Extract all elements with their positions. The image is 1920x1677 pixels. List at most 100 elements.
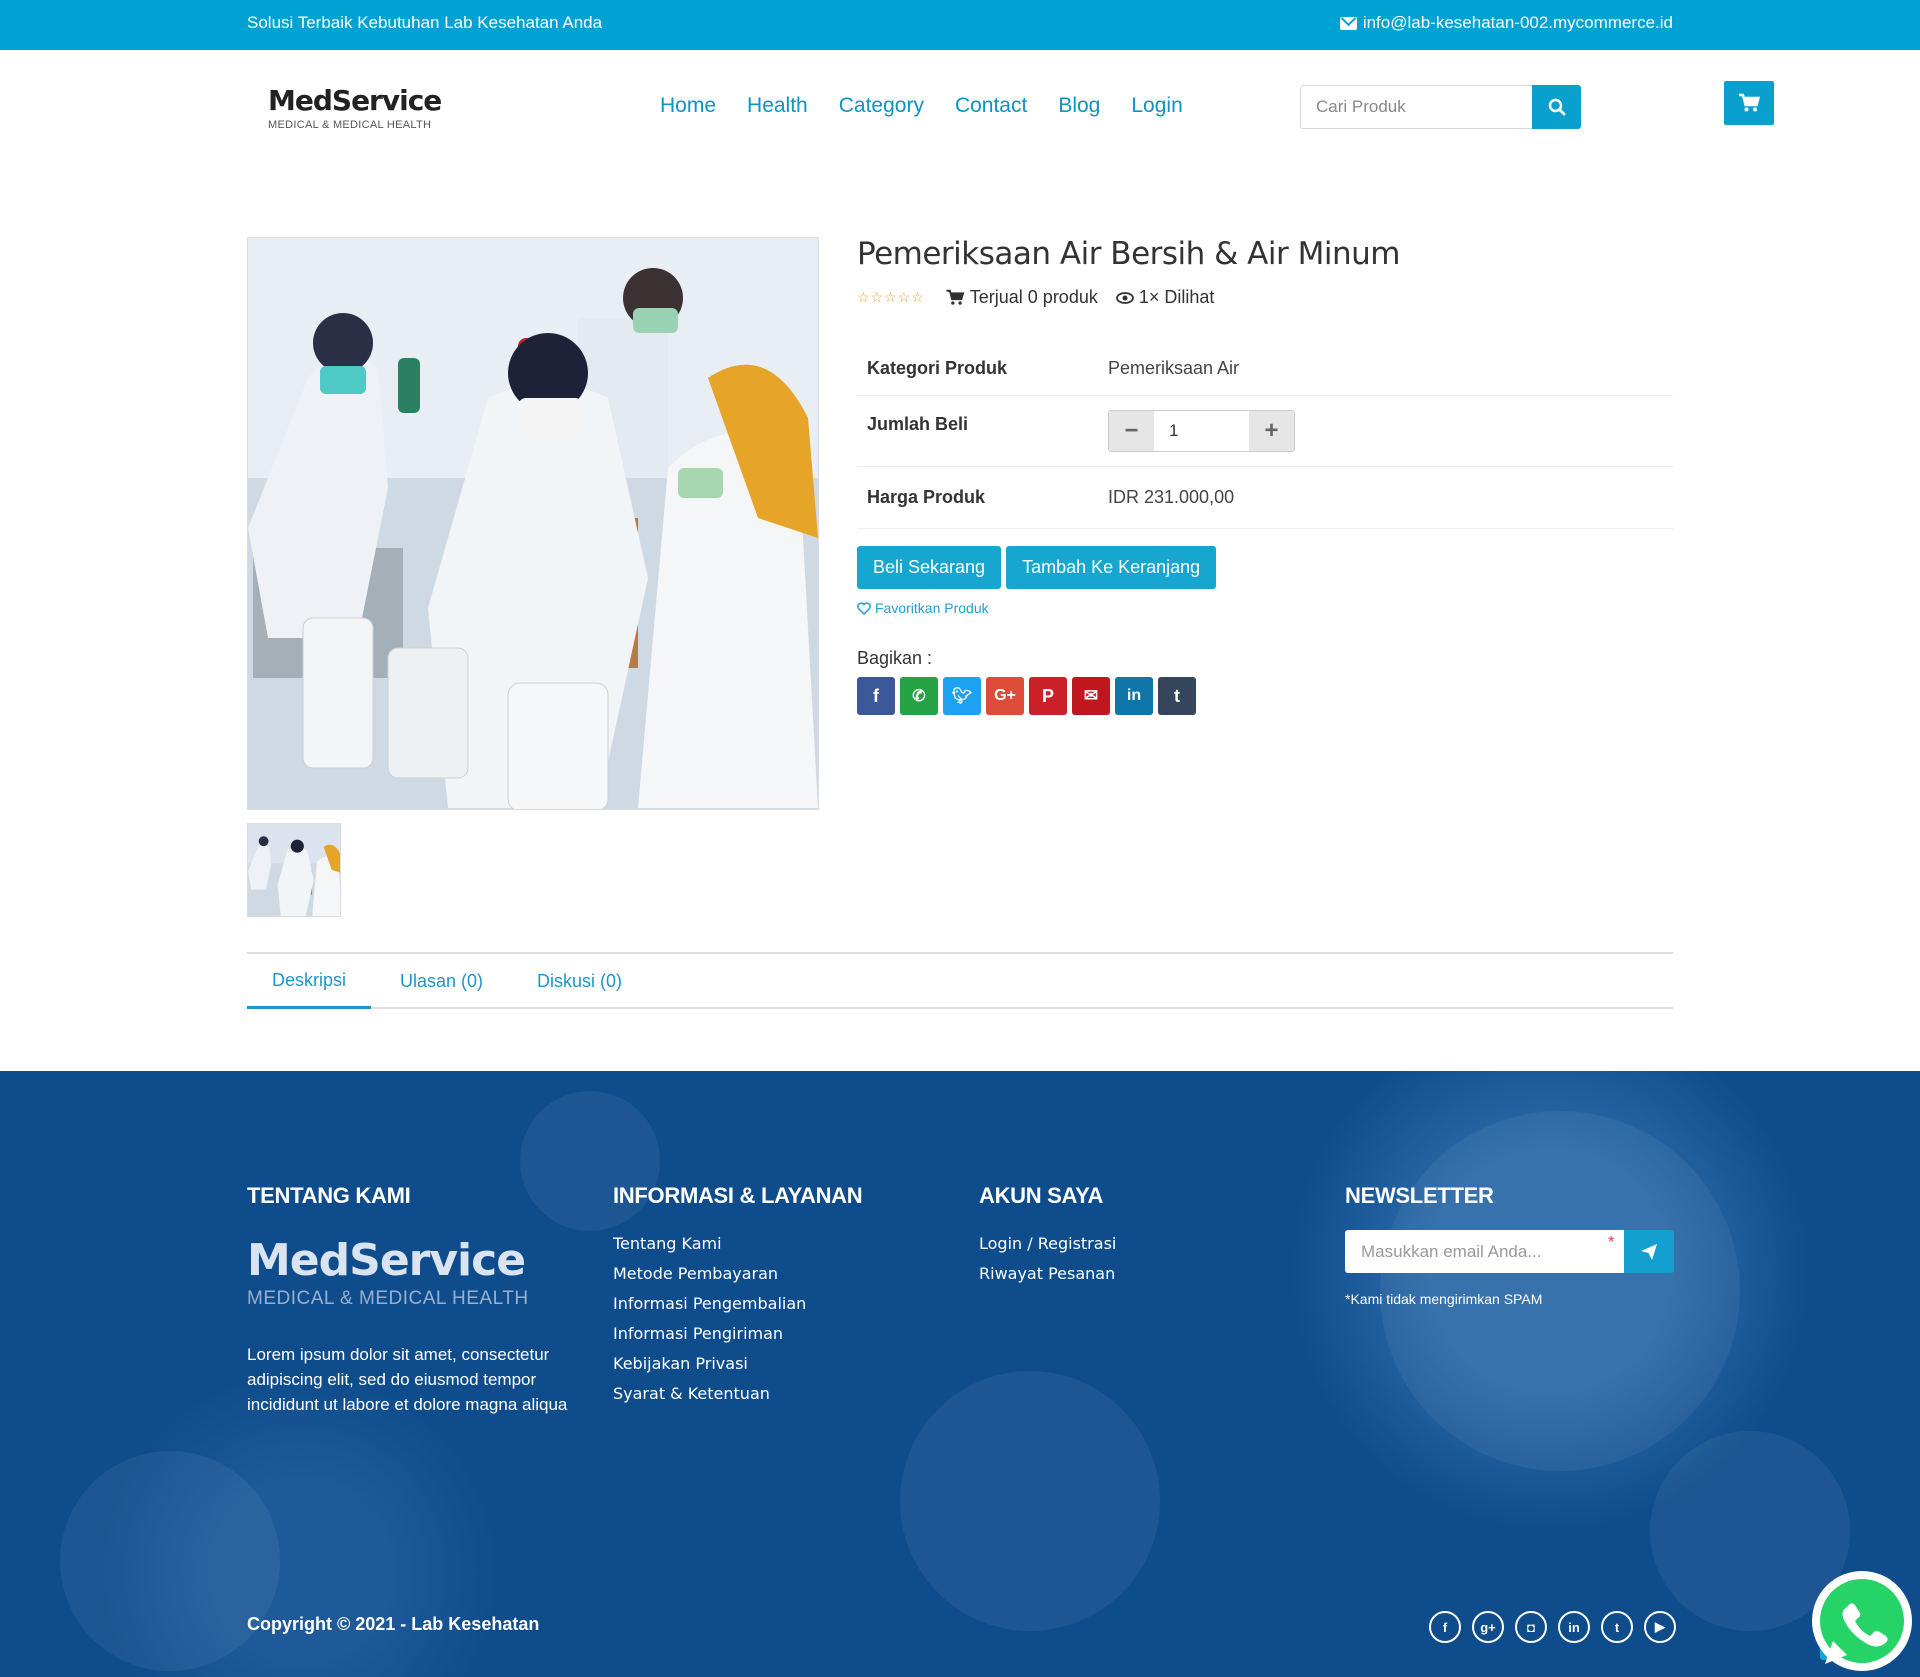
footer: TENTANG KAMI MedService MEDICAL & MEDICA… (0, 1071, 1920, 1677)
price-label: Harga Produk (867, 487, 986, 507)
footer-logo-name: MedService (247, 1235, 526, 1286)
quantity-input[interactable]: 1 (1154, 411, 1249, 451)
search-icon (1548, 98, 1565, 116)
tumblr-icon: t (1174, 685, 1180, 706)
paper-plane-icon (1641, 1243, 1657, 1260)
product-meta: ☆☆☆☆☆ Terjual 0 produk 1× Dilihat (857, 287, 1232, 308)
footer-link-payment[interactable]: Metode Pembayaran (613, 1259, 862, 1289)
footer-account-title: AKUN SAYA (979, 1183, 1104, 1208)
youtube-icon[interactable]: ▶ (1644, 1611, 1676, 1643)
footer-link-orders[interactable]: Riwayat Pesanan (979, 1259, 1116, 1289)
footer-socials: f g+ ◘ in t ▶ (1429, 1611, 1676, 1643)
add-to-cart-button[interactable]: Tambah Ke Keranjang (1006, 546, 1217, 589)
google-plus-icon[interactable]: g+ (1472, 1611, 1504, 1643)
linkedin-icon[interactable]: in (1558, 1611, 1590, 1643)
nav-contact[interactable]: Contact (955, 94, 1027, 118)
footer-link-returns[interactable]: Informasi Pengembalian (613, 1289, 862, 1319)
footer-link-about[interactable]: Tentang Kami (613, 1229, 862, 1259)
product-image[interactable] (247, 237, 819, 810)
newsletter-note: *Kami tidak mengirimkan SPAM (1345, 1291, 1543, 1307)
twitter-icon: 🐦︎ (951, 688, 973, 705)
quantity-stepper: − 1 + (1108, 410, 1295, 452)
footer-newsletter-title: NEWSLETTER (1345, 1183, 1494, 1208)
decrease-button[interactable]: − (1109, 411, 1154, 451)
share-facebook-button[interactable]: f (857, 677, 895, 715)
footer-link-privacy[interactable]: Kebijakan Privasi (613, 1349, 862, 1379)
footer-account: AKUN SAYA Login / Registrasi Riwayat Pes… (979, 1183, 1116, 1289)
footer-about-text: Lorem ipsum dolor sit amet, consectetur … (247, 1345, 568, 1414)
product-info-table: Kategori Produk Pemeriksaan Air Jumlah B… (857, 342, 1673, 529)
favorite-text[interactable]: Favoritkan Produk (875, 600, 989, 616)
header: MedService MEDICAL & MEDICAL HEALTH Home… (0, 50, 1920, 165)
price-row: Harga Produk IDR 231.000,00 (857, 467, 1673, 529)
share-label: Bagikan : (857, 648, 933, 668)
buy-now-button[interactable]: Beli Sekarang (857, 546, 1002, 589)
site-logo[interactable]: MedService MEDICAL & MEDICAL HEALTH (268, 84, 442, 131)
footer-info: INFORMASI & LAYANAN Tentang Kami Metode … (613, 1183, 863, 1409)
nav-login[interactable]: Login (1131, 94, 1182, 118)
views-text: 1× Dilihat (1138, 287, 1215, 307)
google-plus-icon: G+ (994, 687, 1016, 704)
sold-text: Terjual 0 produk (969, 287, 1098, 307)
footer-link-shipping[interactable]: Informasi Pengiriman (613, 1319, 862, 1349)
share-twitter-button[interactable]: 🐦︎ (943, 677, 981, 715)
nav-blog[interactable]: Blog (1058, 94, 1100, 118)
facebook-icon: f (873, 685, 879, 706)
cart-icon (946, 289, 965, 305)
topbar-email-text[interactable]: info@lab-kesehatan-002.mycommerce.id (1363, 13, 1673, 33)
quantity-row: Jumlah Beli − 1 + (857, 396, 1673, 467)
cart-icon (1739, 93, 1760, 112)
top-bar: Solusi Terbaik Kebutuhan Lab Kesehatan A… (0, 0, 1920, 50)
logo-tagline: MEDICAL & MEDICAL HEALTH (268, 119, 432, 131)
footer-about-title: TENTANG KAMI (247, 1183, 411, 1208)
footer-link-terms[interactable]: Syarat & Ketentuan (613, 1379, 862, 1409)
view-count: 1× Dilihat (1115, 287, 1215, 308)
whatsapp-icon: ✆ (912, 688, 926, 705)
twitter-icon[interactable]: t (1601, 1611, 1633, 1643)
share-whatsapp-button[interactable]: ✆ (900, 677, 938, 715)
footer-logo-tagline: MEDICAL & MEDICAL HEALTH (247, 1288, 529, 1309)
share-tumblr-button[interactable]: t (1158, 677, 1196, 715)
nav-home[interactable]: Home (660, 94, 716, 118)
category-row: Kategori Produk Pemeriksaan Air (857, 342, 1673, 396)
search-button[interactable] (1532, 85, 1581, 129)
topbar-tagline: Solusi Terbaik Kebutuhan Lab Kesehatan A… (247, 13, 603, 32)
rating-stars: ☆☆☆☆☆ (857, 289, 925, 305)
instagram-icon[interactable]: ◘ (1515, 1611, 1547, 1643)
tab-description[interactable]: Deskripsi (247, 954, 372, 1009)
product-tabs: Deskripsi Ulasan (0) Diskusi (0) (247, 952, 1673, 1009)
envelope-icon (1339, 16, 1357, 30)
footer-link-login[interactable]: Login / Registrasi (979, 1229, 1116, 1259)
nav-category[interactable]: Category (839, 94, 924, 118)
quantity-label: Jumlah Beli (867, 414, 969, 434)
tab-reviews[interactable]: Ulasan (0) (375, 954, 508, 1009)
newsletter-email-input[interactable] (1345, 1230, 1624, 1273)
favorite-link[interactable]: Favoritkan Produk (857, 600, 989, 616)
required-asterisk: * (1608, 1234, 1615, 1251)
facebook-icon[interactable]: f (1429, 1611, 1461, 1643)
search-input[interactable] (1300, 85, 1532, 129)
cart-button[interactable] (1724, 81, 1774, 125)
topbar-email[interactable]: info@lab-kesehatan-002.mycommerce.id (1339, 13, 1673, 33)
footer-about: TENTANG KAMI MedService MEDICAL & MEDICA… (247, 1183, 572, 1417)
category-value: Pemeriksaan Air (1108, 358, 1240, 378)
footer-logo: MedService MEDICAL & MEDICAL HEALTH (247, 1235, 572, 1310)
increase-button[interactable]: + (1249, 411, 1294, 451)
nav-health[interactable]: Health (747, 94, 808, 118)
newsletter-form: * (1345, 1230, 1674, 1273)
newsletter-submit-button[interactable] (1624, 1230, 1674, 1273)
share-buttons: f ✆ 🐦︎ G+ P ✉ in t (857, 677, 1196, 715)
share-linkedin-button[interactable]: in (1115, 677, 1153, 715)
heart-icon (857, 601, 871, 615)
share-email-button[interactable]: ✉ (1072, 677, 1110, 715)
tab-discussion[interactable]: Diskusi (0) (512, 954, 647, 1009)
linkedin-icon: in (1126, 687, 1142, 704)
share-pinterest-button[interactable]: P (1029, 677, 1067, 715)
footer-info-title: INFORMASI & LAYANAN (613, 1183, 863, 1208)
price-value: IDR 231.000,00 (1108, 487, 1235, 507)
share-google-plus-button[interactable]: G+ (986, 677, 1024, 715)
logo-name: MedService (268, 84, 442, 117)
product-thumbnail[interactable] (247, 823, 341, 917)
whatsapp-float-button[interactable] (1807, 1569, 1918, 1677)
email-icon: ✉ (1083, 686, 1099, 705)
